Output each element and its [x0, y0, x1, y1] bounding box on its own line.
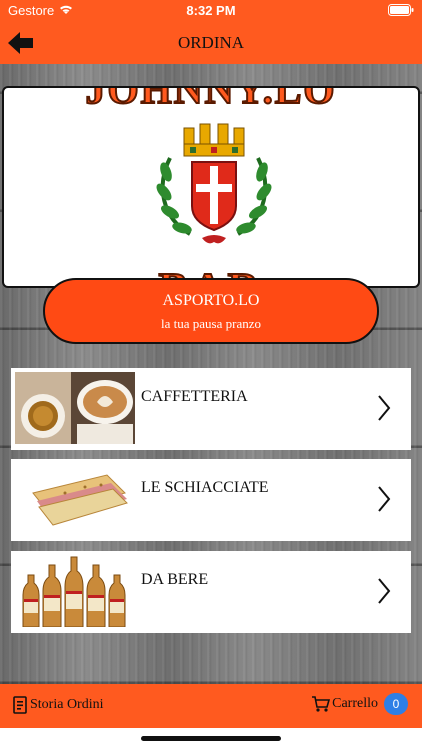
sandwich-image	[15, 463, 135, 535]
page-title: ORDINA	[177, 33, 245, 52]
chevron-right-icon	[378, 395, 391, 421]
logo-top-text: JOHNNY.LO	[84, 86, 337, 113]
category-label: LE SCHIACCIATE	[141, 479, 269, 496]
chevron-right-icon	[378, 578, 391, 604]
home-indicator[interactable]	[141, 736, 281, 741]
cart-tab[interactable]: Carrello 0	[312, 693, 408, 715]
promo-subtitle: la tua pausa pranzo	[161, 316, 261, 331]
promo-button[interactable]: ASPORTO.LO la tua pausa pranzo	[43, 278, 379, 344]
crest-icon	[156, 123, 272, 244]
order-history-label: Storia Ordini	[30, 697, 104, 712]
category-row-caffetteria[interactable]: CAFFETTERIA	[11, 368, 411, 450]
status-bar: Gestore 8:32 PM	[0, 0, 422, 22]
category-row-da-bere[interactable]: DA BERE	[11, 551, 411, 633]
promo-title: ASPORTO.LO	[162, 292, 260, 309]
home-indicator-area	[0, 728, 422, 750]
chevron-right-icon	[378, 486, 391, 512]
cart-label: Carrello	[332, 696, 378, 711]
category-label: DA BERE	[141, 571, 209, 588]
nav-bar: ORDINA	[0, 22, 422, 64]
beer-bottles-image	[15, 555, 135, 627]
tab-bar: Storia Ordini Carrello 0	[0, 684, 422, 728]
category-label: CAFFETTERIA	[141, 388, 248, 405]
status-time: 8:32 PM	[186, 3, 236, 18]
category-row-schiacciate[interactable]: LE SCHIACCIATE	[11, 459, 411, 541]
coffee-image	[15, 372, 135, 444]
main-content: JOHNNY.LO ASPORTO.LO la tua pausa pranzo…	[0, 64, 422, 684]
receipt-icon	[13, 696, 27, 714]
cart-count-badge: 0	[384, 693, 408, 715]
order-history-tab[interactable]: Storia Ordini	[12, 696, 104, 714]
battery-icon	[388, 4, 414, 16]
cart-icon	[312, 696, 331, 712]
logo-card: JOHNNY.LO	[2, 86, 420, 288]
